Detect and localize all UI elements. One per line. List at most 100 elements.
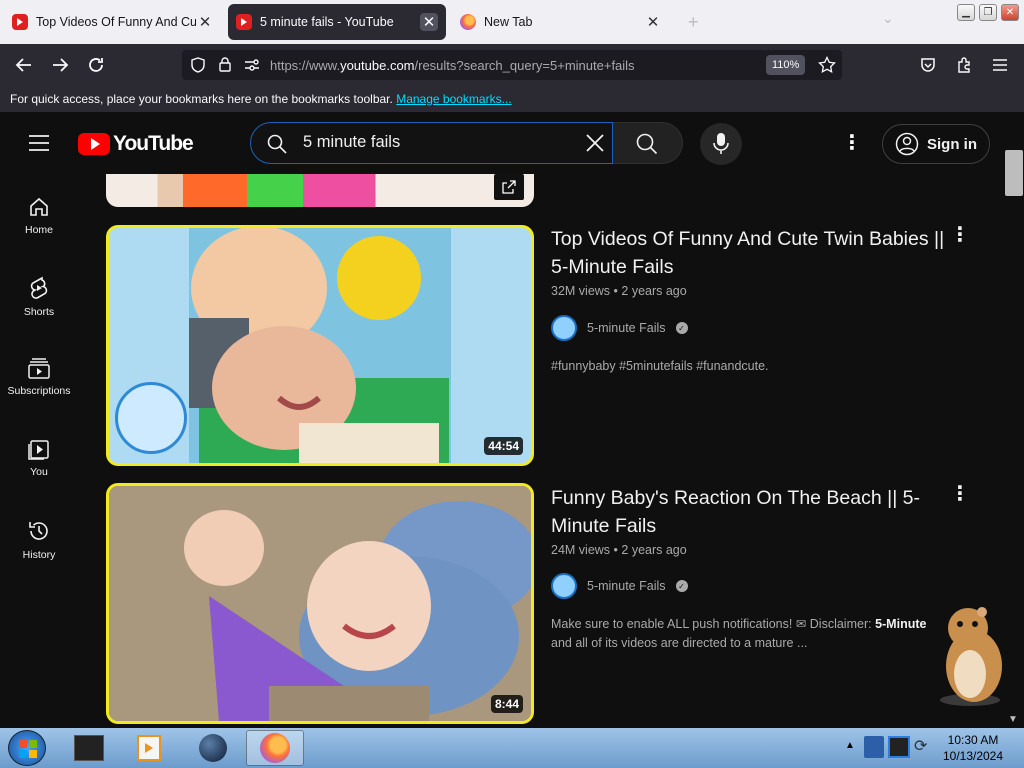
permissions-icon[interactable]	[244, 58, 260, 72]
scrollbar-thumb[interactable]	[1005, 150, 1023, 196]
tray-network-icon[interactable]	[864, 736, 884, 758]
view-count: 32M views	[551, 284, 611, 298]
search-icon	[636, 133, 658, 155]
lock-icon[interactable]	[218, 56, 232, 72]
pocket-icon[interactable]	[916, 53, 940, 77]
url-prefix: https://www.	[270, 58, 341, 73]
app-menu-icon[interactable]	[988, 53, 1012, 77]
youtube-logo[interactable]: YouTube	[78, 132, 194, 156]
video-thumbnail[interactable]: 44:54	[106, 225, 534, 466]
close-window-button[interactable]: ✕	[1001, 4, 1019, 21]
sidebar-item-subscriptions[interactable]: Subscriptions	[0, 357, 78, 429]
hamster-mascot-icon[interactable]	[934, 604, 1006, 708]
sidebar-item-you[interactable]: You	[0, 438, 78, 510]
video-duration: 44:54	[484, 437, 523, 455]
video-title[interactable]: Funny Baby's Reaction On The Beach || 5-…	[551, 484, 951, 540]
previous-video-thumbnail[interactable]	[106, 174, 534, 207]
close-tab-icon[interactable]: ✕	[196, 13, 214, 31]
start-button[interactable]	[8, 730, 46, 766]
description-text: and all of its videos are directed to a …	[551, 636, 808, 650]
you-icon	[28, 440, 49, 460]
channel-avatar[interactable]	[551, 315, 577, 341]
settings-more-icon[interactable]: ⋮	[842, 132, 862, 154]
subscriptions-icon	[28, 358, 50, 379]
video-action-menu-icon[interactable]: ⋮	[950, 482, 970, 506]
clear-search-icon[interactable]	[585, 133, 605, 153]
search-query-text: 5 minute fails	[303, 133, 401, 151]
forward-button[interactable]	[48, 53, 72, 77]
close-tab-icon[interactable]: ✕	[420, 13, 438, 31]
verified-badge-icon: ✓	[675, 580, 688, 592]
channel-avatar[interactable]	[551, 573, 577, 599]
channel-watermark-avatar	[115, 382, 187, 454]
voice-search-button[interactable]	[700, 123, 742, 165]
channel-info[interactable]: 5-minute Fails ✓	[551, 573, 688, 599]
video-action-menu-icon[interactable]: ⋮	[950, 223, 970, 247]
channel-info[interactable]: 5-minute Fails ✓	[551, 315, 688, 341]
upload-age: 2 years ago	[621, 543, 687, 557]
upload-age: 2 years ago	[621, 284, 687, 298]
history-icon	[29, 522, 48, 540]
bookmark-star-icon[interactable]	[818, 56, 836, 74]
tab-5-minute-fails[interactable]: 5 minute fails - YouTube ✕	[228, 4, 446, 40]
bookmarks-toolbar: For quick access, place your bookmarks h…	[0, 86, 1024, 112]
sidebar-item-history[interactable]: History	[0, 519, 78, 591]
address-bar[interactable]: https://www.youtube.com/results?search_q…	[182, 50, 842, 80]
browser-tab-strip: Top Videos Of Funny And Cute Twin Babies…	[0, 0, 1024, 44]
media-player-icon	[137, 735, 161, 761]
taskbar-app-globe[interactable]	[184, 730, 242, 766]
bookmarks-hint-text: For quick access, place your bookmarks h…	[10, 92, 393, 106]
scroll-down-arrow-icon[interactable]: ▼	[1008, 714, 1018, 725]
url-domain: youtube.com	[340, 58, 415, 73]
sidebar-item-label: You	[30, 466, 48, 478]
close-tab-icon[interactable]: ✕	[644, 13, 662, 31]
video-description: #funnybaby #5minutefails #funandcute.	[551, 359, 769, 373]
channel-name[interactable]: 5-minute Fails	[587, 579, 666, 593]
taskbar-app-firefox[interactable]	[246, 730, 304, 766]
video-thumbnail[interactable]: 8:44	[106, 483, 534, 724]
sidebar-item-label: Subscriptions	[7, 385, 71, 397]
windows-logo-icon	[19, 740, 37, 758]
sidebar-item-label: Shorts	[23, 306, 55, 318]
show-hidden-icons-icon[interactable]: ▲	[845, 740, 855, 751]
taskbar-app-media-player[interactable]	[120, 730, 178, 766]
extensions-icon[interactable]	[952, 53, 976, 77]
search-button[interactable]	[613, 122, 683, 164]
new-tab-plus-icon[interactable]: +	[688, 12, 699, 33]
zoom-level-button[interactable]: 110%	[766, 55, 806, 75]
video-description: Make sure to enable ALL push notificatio…	[551, 615, 951, 653]
terminal-icon	[74, 735, 104, 761]
taskbar-clock[interactable]: 10:30 AM 10/13/2024	[938, 732, 1008, 764]
sign-in-button[interactable]: Sign in	[882, 124, 990, 164]
channel-name[interactable]: 5-minute Fails	[587, 321, 666, 335]
list-tabs-icon[interactable]: ⌄	[882, 10, 894, 27]
shorts-icon	[30, 276, 48, 299]
search-input[interactable]: 5 minute fails	[250, 122, 613, 164]
minimize-window-button[interactable]: ▁	[957, 4, 975, 21]
manage-bookmarks-link[interactable]: Manage bookmarks...	[396, 92, 511, 106]
tab-top-videos[interactable]: Top Videos Of Funny And Cute Twin Babies…	[4, 4, 222, 40]
hamburger-menu-icon[interactable]	[28, 134, 50, 157]
video-duration: 8:44	[490, 695, 523, 713]
tray-display-icon[interactable]	[888, 736, 910, 758]
os-taskbar: ▲ ⟳ 10:30 AM 10/13/2024	[0, 728, 1024, 768]
sidebar-item-home[interactable]: Home	[0, 196, 78, 268]
tray-sync-icon[interactable]: ⟳	[914, 736, 934, 758]
sign-in-label: Sign in	[927, 135, 977, 153]
url-text: https://www.youtube.com/results?search_q…	[270, 58, 635, 73]
tab-title: Top Videos Of Funny And Cute Twin Babies	[36, 15, 196, 29]
external-link-icon[interactable]	[494, 174, 524, 200]
sidebar-item-label: Home	[24, 224, 53, 236]
video-title[interactable]: Top Videos Of Funny And Cute Twin Babies…	[551, 225, 951, 281]
clock-date: 10/13/2024	[942, 749, 1004, 763]
back-button[interactable]	[12, 53, 36, 77]
shield-icon[interactable]	[190, 57, 206, 73]
reload-button[interactable]	[84, 53, 108, 77]
youtube-icon	[12, 14, 28, 30]
taskbar-app-terminal[interactable]	[60, 730, 118, 766]
verified-badge-icon: ✓	[675, 322, 688, 334]
tab-new-tab[interactable]: New Tab ✕	[452, 4, 670, 40]
sidebar-item-shorts[interactable]: Shorts	[0, 276, 78, 348]
restore-window-button[interactable]: ❐	[979, 4, 997, 21]
page-scrollbar[interactable]	[1004, 112, 1024, 728]
